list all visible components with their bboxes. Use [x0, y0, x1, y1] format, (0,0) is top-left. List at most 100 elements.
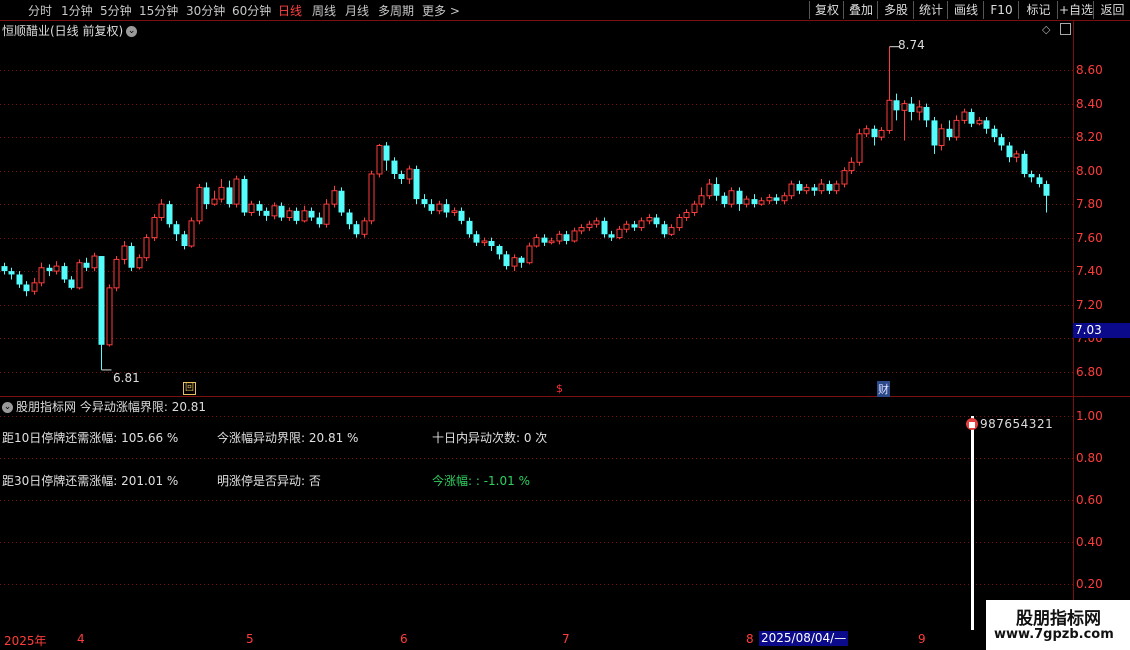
candle-body: [631, 224, 638, 228]
panel-toggle-icon[interactable]: [1060, 23, 1071, 35]
candle-body: [578, 227, 585, 232]
candle-body: [736, 190, 743, 205]
event-marker-finance[interactable]: 财: [877, 381, 890, 397]
candle-body: [1, 266, 8, 272]
candle-body: [526, 245, 533, 264]
period-tab-10[interactable]: 更多 >: [422, 2, 460, 19]
home-icon: [966, 418, 978, 430]
toolbar-button-4[interactable]: 画线: [947, 1, 984, 19]
candle-body: [691, 203, 698, 214]
candle-body: [391, 160, 398, 174]
candle-body: [616, 228, 623, 239]
period-tab-8[interactable]: 月线: [345, 2, 369, 19]
today-abnormal-limit: 今涨幅异动界限: 20.81 %: [217, 431, 359, 445]
toolbar-button-3[interactable]: 统计: [913, 1, 948, 19]
candle-body: [46, 267, 53, 272]
candle-body: [976, 119, 983, 125]
candle-body: [541, 237, 548, 243]
candle-body: [563, 234, 570, 241]
period-tab-7[interactable]: 周线: [312, 2, 336, 19]
candle-body: [878, 129, 885, 138]
candle-body: [16, 274, 23, 285]
candle-body: [803, 186, 810, 192]
candle-body: [916, 106, 923, 113]
dist-30d-halt: 距30日停牌还需涨幅: 201.01 %: [2, 474, 179, 488]
candle-body: [83, 262, 90, 268]
candle-body: [931, 120, 938, 146]
tomorrow-limit-abnormal: 明涨停是否异动: 否: [217, 474, 321, 488]
period-tab-5[interactable]: 60分钟: [232, 2, 271, 19]
indicator-name: 股朋指标网: [16, 400, 77, 414]
candle-body: [488, 240, 495, 246]
diamond-icon[interactable]: ◇: [1042, 23, 1050, 36]
chevron-down-icon[interactable]: ⌄: [2, 402, 13, 413]
candle-body: [293, 210, 300, 221]
period-tab-0[interactable]: 分时: [28, 2, 52, 19]
candle-body: [548, 240, 555, 244]
period-tab-3[interactable]: 15分钟: [139, 2, 178, 19]
date-axis-month-2: 6: [400, 632, 408, 646]
candle-body: [263, 210, 270, 216]
date-axis-year: 2025年: [4, 634, 47, 648]
candle-body: [8, 271, 15, 275]
candle-body: [466, 220, 473, 235]
candle-body: [661, 224, 668, 235]
low-price-label: 6.81: [113, 371, 140, 385]
candle-body: [376, 145, 383, 175]
candle-body: [818, 183, 825, 192]
candle-body: [188, 220, 195, 247]
candle-body: [871, 128, 878, 138]
candle-body: [646, 217, 653, 222]
price-axis-label-3: 8.00: [1076, 163, 1103, 178]
candle-body: [1036, 177, 1043, 185]
toolbar-button-8[interactable]: 返回: [1093, 1, 1130, 19]
period-tab-6[interactable]: 日线: [278, 2, 302, 19]
period-tab-9[interactable]: 多周期: [378, 2, 414, 19]
candle-body: [106, 287, 113, 346]
price-axis-label-6: 7.40: [1076, 264, 1103, 279]
toolbar-button-7[interactable]: +自选: [1057, 1, 1094, 19]
toolbar-button-5[interactable]: F10: [983, 1, 1019, 19]
candle-body: [713, 184, 720, 196]
candle-body: [421, 199, 428, 205]
candle-body: [998, 137, 1005, 146]
event-marker-dividend[interactable]: $: [556, 382, 563, 395]
dist-10d-halt: 距10日停牌还需涨幅: 105.66 %: [2, 431, 179, 445]
candle-body: [458, 210, 465, 221]
period-tab-4[interactable]: 30分钟: [186, 2, 225, 19]
candle-body: [676, 217, 683, 229]
candle-body: [683, 212, 690, 219]
candle-body: [308, 210, 315, 218]
candle-body: [98, 256, 105, 345]
candle-body: [728, 190, 735, 205]
kline-chart[interactable]: [0, 20, 1130, 630]
toolbar-button-2[interactable]: 多股: [877, 1, 914, 19]
candle-body: [323, 203, 330, 225]
period-tab-2[interactable]: 5分钟: [100, 2, 132, 19]
chart-title-bar: 恒顺醋业(日线 前复权) ⌄: [2, 22, 138, 39]
candle-body: [863, 128, 870, 135]
candle-body: [743, 198, 750, 205]
candle-body: [76, 262, 83, 289]
candle-body: [533, 237, 540, 247]
candle-body: [698, 195, 705, 205]
candle-body: [286, 210, 293, 219]
toolbar-button-1[interactable]: 叠加: [843, 1, 878, 19]
toolbar-button-6[interactable]: 标记: [1018, 1, 1058, 19]
toolbar-button-0[interactable]: 复权: [809, 1, 844, 19]
candle-body: [796, 184, 803, 191]
candle-body: [203, 187, 210, 205]
chevron-down-icon[interactable]: ⌄: [126, 26, 138, 37]
candle-body: [496, 245, 503, 255]
period-tab-1[interactable]: 1分钟: [61, 2, 93, 19]
candle-body: [338, 190, 345, 213]
candle-body: [1028, 173, 1035, 178]
candle-body: [968, 112, 975, 124]
candle-body: [121, 245, 128, 260]
event-marker-review[interactable]: 回: [183, 382, 196, 395]
candle-body: [953, 119, 960, 138]
date-axis-month-4: 8: [746, 632, 754, 646]
candle-body: [406, 168, 413, 180]
candle-body: [428, 204, 435, 211]
candle-body: [908, 103, 915, 113]
